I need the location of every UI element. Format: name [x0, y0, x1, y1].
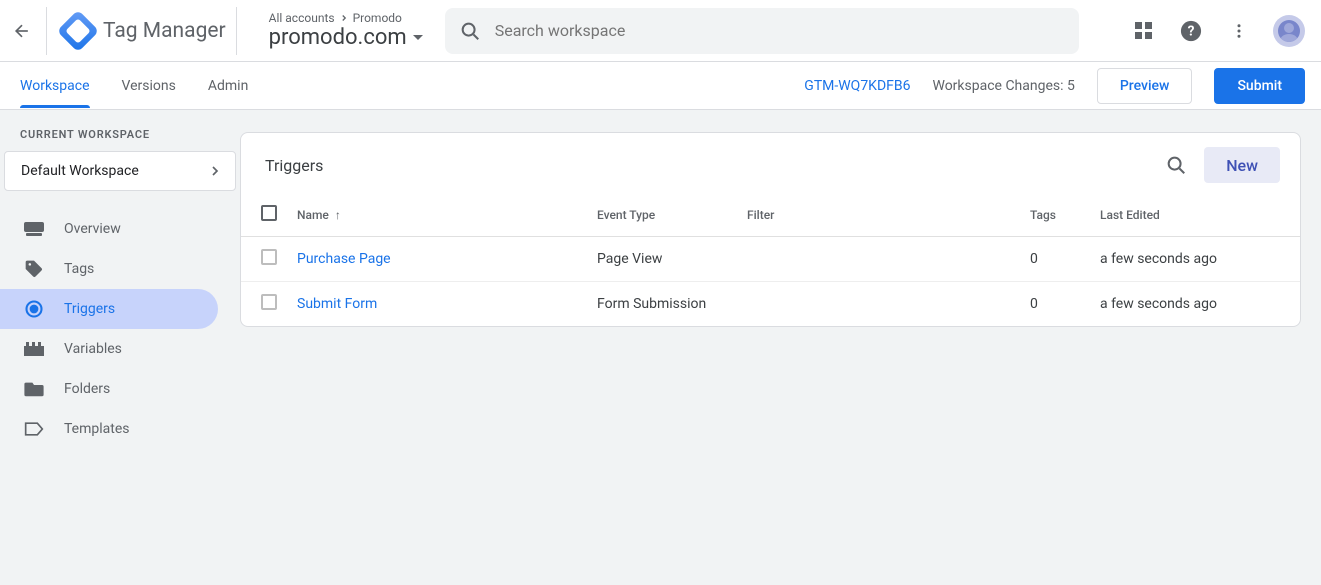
- overview-icon: [24, 219, 44, 239]
- chevron-right-icon: [207, 163, 223, 179]
- col-filter[interactable]: Filter: [747, 195, 1030, 237]
- tab-admin[interactable]: Admin: [208, 64, 248, 108]
- more-vert-icon[interactable]: [1225, 17, 1253, 45]
- product-name: Tag Manager: [103, 19, 226, 43]
- nav-label: Variables: [64, 341, 122, 357]
- filter: [747, 237, 1030, 282]
- workspace-name: Default Workspace: [21, 163, 139, 179]
- row-checkbox[interactable]: [261, 294, 277, 310]
- nav-folders[interactable]: Folders: [0, 369, 218, 409]
- nav-triggers[interactable]: Triggers: [0, 289, 218, 329]
- product-logo-block[interactable]: Tag Manager: [57, 16, 226, 46]
- body-area: CURRENT WORKSPACE Default Workspace Over…: [0, 110, 1321, 585]
- card-actions: New: [1162, 147, 1280, 183]
- user-avatar[interactable]: [1273, 15, 1305, 47]
- sidebar: CURRENT WORKSPACE Default Workspace Over…: [0, 110, 240, 585]
- col-tags[interactable]: Tags: [1030, 195, 1100, 237]
- caret-down-icon: [413, 35, 423, 40]
- divider: [46, 7, 47, 55]
- triggers-card: Triggers New Name↑ Event Type Filter Tag…: [240, 132, 1301, 327]
- tab-workspace[interactable]: Workspace: [20, 64, 90, 108]
- workspace-changes[interactable]: Workspace Changes: 5: [932, 78, 1074, 94]
- tabs: Workspace Versions Admin: [20, 64, 248, 108]
- last-edited: a few seconds ago: [1100, 282, 1300, 327]
- template-icon: [24, 419, 44, 439]
- event-type: Page View: [597, 237, 747, 282]
- tag-count: 0: [1030, 282, 1100, 327]
- tab-versions[interactable]: Versions: [122, 64, 176, 108]
- nav-templates[interactable]: Templates: [0, 409, 218, 449]
- trigger-name[interactable]: Purchase Page: [297, 251, 391, 267]
- table-row[interactable]: Submit Form Form Submission 0 a few seco…: [241, 282, 1300, 327]
- nav-list: Overview Tags Triggers Variables Folders…: [0, 209, 240, 449]
- trigger-icon: [24, 299, 44, 319]
- col-event[interactable]: Event Type: [597, 195, 747, 237]
- header-actions: ?: [1129, 15, 1305, 47]
- nav-label: Templates: [64, 421, 130, 437]
- nav-label: Triggers: [64, 301, 115, 317]
- col-edited[interactable]: Last Edited: [1100, 195, 1300, 237]
- breadcrumb-all-accounts: All accounts: [269, 11, 335, 25]
- search-container: [445, 8, 1079, 54]
- help-icon[interactable]: ?: [1177, 17, 1205, 45]
- nav-variables[interactable]: Variables: [0, 329, 218, 369]
- filter: [747, 282, 1030, 327]
- search-box[interactable]: [445, 8, 1079, 54]
- nav-label: Overview: [64, 221, 121, 237]
- breadcrumb-account: Promodo: [353, 11, 402, 25]
- tag-icon: [24, 259, 44, 279]
- sort-up-icon: ↑: [335, 208, 341, 222]
- preview-button[interactable]: Preview: [1097, 68, 1193, 104]
- divider: [236, 7, 237, 55]
- folder-icon: [24, 379, 44, 399]
- workspace-selector[interactable]: Default Workspace: [4, 151, 236, 191]
- tag-count: 0: [1030, 237, 1100, 282]
- chevron-right-icon: [339, 13, 349, 23]
- submit-button[interactable]: Submit: [1214, 68, 1305, 104]
- sub-header-right: GTM-WQ7KDFB6 Workspace Changes: 5 Previe…: [804, 68, 1305, 104]
- container-selector[interactable]: promodo.com: [269, 25, 423, 50]
- account-switcher[interactable]: All accounts Promodo promodo.com: [269, 11, 423, 50]
- select-all-checkbox[interactable]: [261, 205, 277, 221]
- main-content: Triggers New Name↑ Event Type Filter Tag…: [240, 110, 1321, 585]
- top-header: Tag Manager All accounts Promodo promodo…: [0, 0, 1321, 62]
- search-icon: [459, 20, 481, 42]
- event-type: Form Submission: [597, 282, 747, 327]
- search-input[interactable]: [495, 21, 1065, 40]
- triggers-table: Name↑ Event Type Filter Tags Last Edited…: [241, 195, 1300, 326]
- table-row[interactable]: Purchase Page Page View 0 a few seconds …: [241, 237, 1300, 282]
- nav-label: Tags: [64, 261, 94, 277]
- container-name: promodo.com: [269, 25, 407, 50]
- apps-icon[interactable]: [1129, 17, 1157, 45]
- search-icon[interactable]: [1162, 151, 1190, 179]
- col-name[interactable]: Name↑: [297, 195, 597, 237]
- col-checkbox: [241, 195, 297, 237]
- variables-icon: [24, 339, 44, 359]
- current-workspace-label: CURRENT WORKSPACE: [0, 128, 240, 151]
- card-head: Triggers New: [241, 133, 1300, 195]
- svg-text:?: ?: [1188, 23, 1195, 39]
- tag-manager-logo-icon: [57, 9, 99, 51]
- back-arrow-icon[interactable]: [8, 17, 36, 45]
- container-id[interactable]: GTM-WQ7KDFB6: [804, 78, 910, 94]
- row-checkbox[interactable]: [261, 249, 277, 265]
- trigger-name[interactable]: Submit Form: [297, 296, 377, 312]
- card-title: Triggers: [265, 156, 323, 175]
- sub-header: Workspace Versions Admin GTM-WQ7KDFB6 Wo…: [0, 62, 1321, 110]
- last-edited: a few seconds ago: [1100, 237, 1300, 282]
- new-button[interactable]: New: [1204, 147, 1280, 183]
- nav-label: Folders: [64, 381, 110, 397]
- breadcrumb: All accounts Promodo: [269, 11, 423, 25]
- nav-tags[interactable]: Tags: [0, 249, 218, 289]
- nav-overview[interactable]: Overview: [0, 209, 218, 249]
